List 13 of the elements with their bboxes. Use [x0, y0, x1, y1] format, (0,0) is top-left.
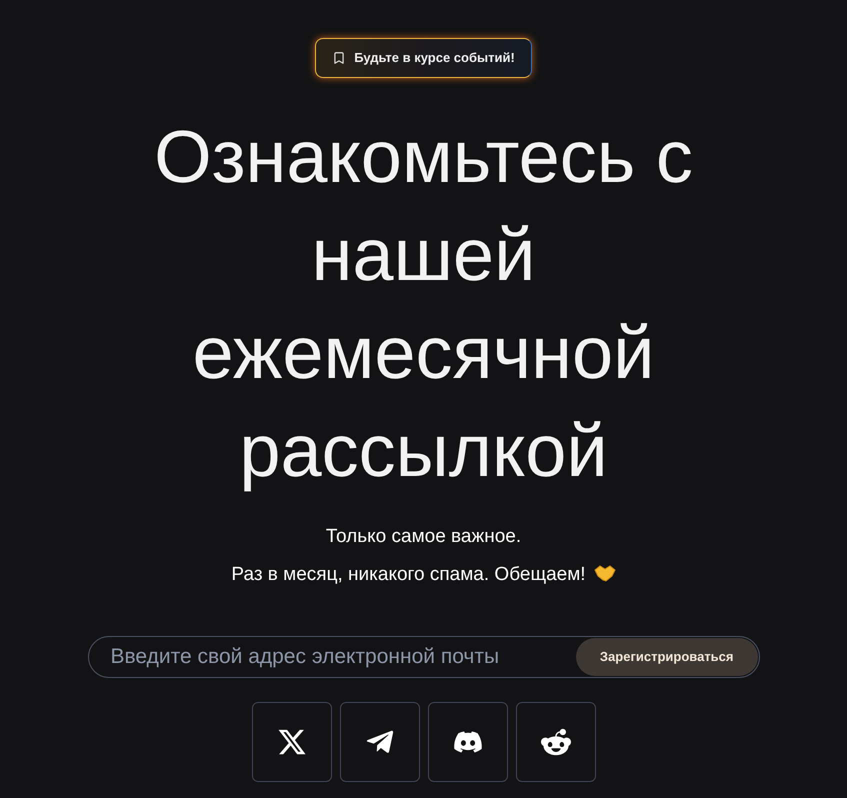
social-button[interactable]	[252, 702, 332, 782]
social-button[interactable]	[428, 702, 508, 782]
subtitle-line: Только самое важное.	[326, 525, 522, 549]
social-button[interactable]	[516, 702, 596, 782]
reddit-alien-icon	[540, 727, 570, 757]
subtitle-line: Раз в месяц, никакого спама. Обещаем!	[231, 562, 616, 588]
x-logo-icon	[276, 727, 306, 757]
badge-label: Будьте в курсе событий!	[354, 49, 515, 68]
bookmark-icon	[332, 51, 346, 65]
register-button[interactable]: Зарегистрироваться	[576, 638, 758, 676]
page-title: Ознакомьтесь с нашей ежемесячной рассылкой	[153, 114, 694, 494]
email-field[interactable]: Введите свой адрес электронной почты Зарегистрироваться	[88, 636, 760, 678]
social-button[interactable]	[340, 702, 420, 782]
